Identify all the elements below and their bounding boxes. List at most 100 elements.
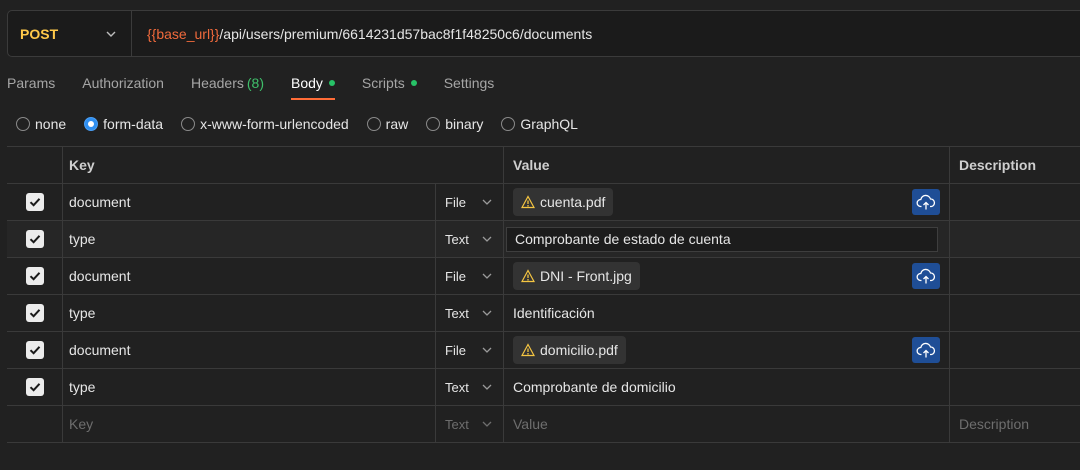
url-variable: {{base_url}}: [147, 25, 220, 42]
tab-scripts[interactable]: Scripts: [362, 66, 417, 100]
key-cell[interactable]: type: [62, 295, 435, 331]
type-label: Text: [445, 305, 469, 321]
row-checkbox[interactable]: [25, 230, 44, 248]
chevron-down-icon: [482, 421, 492, 427]
url-input[interactable]: {{base_url}}/api/users/premium/6614231d5…: [132, 26, 592, 42]
key-text: document: [69, 342, 131, 358]
check-icon: [29, 198, 40, 207]
key-input[interactable]: Key: [62, 406, 435, 442]
radio-button[interactable]: [501, 117, 516, 131]
row-checkbox[interactable]: [25, 193, 44, 211]
description-cell[interactable]: [949, 184, 1080, 220]
row-checkbox[interactable]: [25, 304, 44, 322]
value-cell[interactable]: DNI - Front.jpg: [503, 258, 949, 294]
tab-label: Settings: [443, 75, 495, 91]
request-tabs: Params Authorization Headers (8) Body Scr…: [7, 66, 521, 102]
tab-authorization[interactable]: Authorization: [82, 66, 164, 100]
value-input[interactable]: Comprobante de estado de cuenta: [506, 226, 938, 252]
table-row: type Text Comprobante de domicilio: [7, 369, 1080, 406]
file-chip[interactable]: cuenta.pdf: [513, 188, 614, 216]
type-selector[interactable]: Text: [435, 369, 503, 405]
chevron-down-icon: [106, 31, 116, 37]
file-name: cuenta.pdf: [540, 194, 606, 210]
tab-settings[interactable]: Settings: [444, 66, 495, 100]
value-cell[interactable]: Identificación: [503, 295, 949, 331]
key-cell[interactable]: document: [62, 332, 435, 368]
type-selector[interactable]: File: [435, 184, 503, 220]
tab-body[interactable]: Body: [291, 66, 335, 100]
description-cell[interactable]: [949, 332, 1080, 368]
value-cell[interactable]: Comprobante de domicilio: [503, 369, 949, 405]
file-chip[interactable]: DNI - Front.jpg: [513, 262, 640, 290]
header-value: Value: [503, 147, 949, 183]
description-input[interactable]: Description: [949, 406, 1080, 442]
row-check-cell: [7, 184, 62, 220]
tab-label: Headers: [190, 75, 244, 91]
table-row: document File domicilio.pdf: [7, 332, 1080, 369]
upload-button[interactable]: [912, 263, 940, 289]
file-name: DNI - Front.jpg: [540, 268, 632, 284]
value-cell[interactable]: Comprobante de estado de cuenta: [503, 221, 949, 257]
status-dot: [410, 80, 417, 86]
description-cell[interactable]: [949, 295, 1080, 331]
radio-button[interactable]: [16, 117, 30, 131]
type-selector[interactable]: File: [435, 332, 503, 368]
upload-button[interactable]: [912, 337, 940, 363]
tab-label: Body: [291, 75, 323, 91]
tab-headers[interactable]: Headers (8): [191, 66, 264, 100]
description-cell[interactable]: [949, 221, 1080, 257]
radio-label: none: [35, 116, 67, 132]
value-input[interactable]: Value: [503, 406, 949, 442]
radio-raw[interactable]: raw: [366, 116, 409, 132]
key-cell[interactable]: type: [62, 369, 435, 405]
chevron-down-icon: [482, 384, 492, 390]
row-check-cell: [7, 258, 62, 294]
radio-none[interactable]: none: [16, 116, 66, 132]
new-table-row: Key Text Value Description: [7, 406, 1080, 443]
type-label: Text: [445, 231, 469, 247]
radio-button[interactable]: [426, 117, 441, 131]
cloud-upload-icon: [916, 194, 936, 210]
radio-label: GraphQL: [520, 116, 578, 132]
type-selector[interactable]: Text: [435, 295, 503, 331]
value-cell[interactable]: domicilio.pdf: [503, 332, 949, 368]
radio-label: x-www-form-urlencoded: [200, 116, 349, 132]
table-header: Key Value Description: [7, 147, 1080, 184]
radio-button[interactable]: [366, 117, 381, 131]
upload-button[interactable]: [912, 189, 940, 215]
row-checkbox[interactable]: [25, 267, 44, 285]
row-check-cell: [7, 332, 62, 368]
key-cell[interactable]: document: [62, 258, 435, 294]
key-cell[interactable]: type: [62, 221, 435, 257]
row-checkbox[interactable]: [25, 341, 44, 359]
row-checkbox[interactable]: [25, 378, 44, 396]
type-selector[interactable]: Text: [435, 221, 503, 257]
radio-graphql[interactable]: GraphQL: [501, 116, 578, 132]
description-cell[interactable]: [949, 258, 1080, 294]
tab-params[interactable]: Params: [7, 66, 55, 100]
value-text: Identificación: [513, 305, 595, 321]
key-text: document: [69, 268, 131, 284]
table-row: document File cuenta.pdf: [7, 184, 1080, 221]
check-icon: [29, 272, 40, 281]
type-label: File: [445, 194, 466, 210]
warning-icon: [521, 269, 535, 283]
radio-button[interactable]: [181, 117, 196, 131]
check-icon: [29, 309, 40, 318]
radio-urlencoded[interactable]: x-www-form-urlencoded: [181, 116, 349, 132]
type-label: Text: [445, 379, 469, 395]
type-selector[interactable]: File: [435, 258, 503, 294]
table-row: type Text Identificación: [7, 295, 1080, 332]
key-cell[interactable]: document: [62, 184, 435, 220]
radio-binary[interactable]: binary: [426, 116, 483, 132]
method-selector[interactable]: POST: [8, 11, 132, 56]
form-data-table: Key Value Description document File cuen…: [7, 146, 1080, 443]
description-cell[interactable]: [949, 369, 1080, 405]
row-check-cell: [7, 221, 62, 257]
radio-label: raw: [385, 116, 409, 132]
file-chip[interactable]: domicilio.pdf: [513, 336, 626, 364]
radio-button[interactable]: [84, 117, 99, 131]
value-cell[interactable]: cuenta.pdf: [503, 184, 949, 220]
radio-form-data[interactable]: form-data: [84, 116, 163, 132]
type-selector[interactable]: Text: [435, 406, 503, 442]
